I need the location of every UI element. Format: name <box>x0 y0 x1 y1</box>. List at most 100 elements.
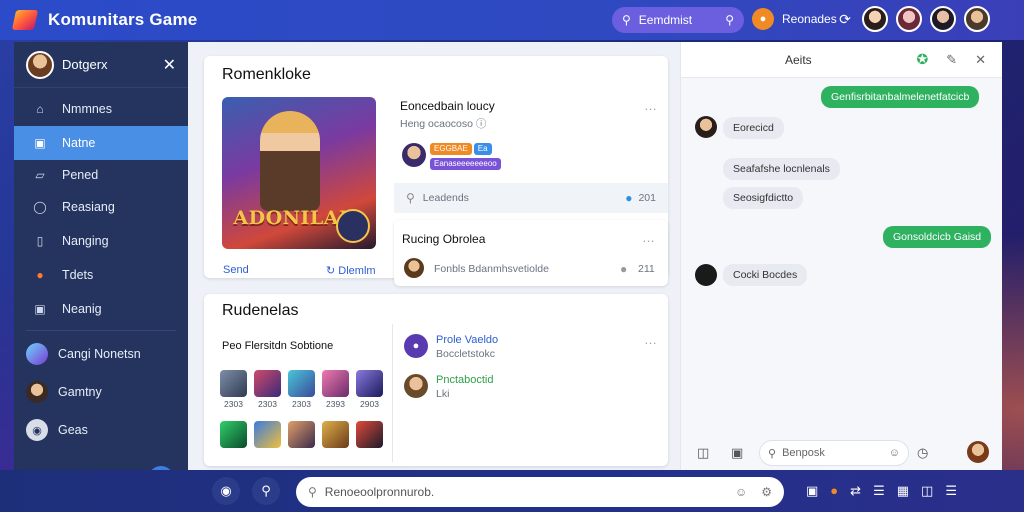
list-icon[interactable]: ☰ <box>873 483 885 499</box>
search-icon: ⚲ <box>406 191 415 205</box>
chat-self-avatar[interactable] <box>967 441 989 463</box>
main-panel: Romenkloke ADONILAIS Send ↻ Dlemlm Eonce… <box>188 42 680 470</box>
sidebar-item-reasiang[interactable]: ◯ Reasiang <box>14 190 188 224</box>
trending-meta: Fonbls Bdanmhsvetiolde <box>434 263 549 275</box>
search-button[interactable]: ⚲ <box>252 477 280 505</box>
grid-icon[interactable]: ▦ <box>897 483 909 499</box>
close-icon[interactable]: ✕ <box>163 55 176 75</box>
user-avatar[interactable] <box>26 50 54 79</box>
game-thumb[interactable] <box>288 370 315 397</box>
image-icon[interactable]: ▣ <box>731 445 743 461</box>
fire-icon[interactable]: ● <box>830 483 838 499</box>
demo-link[interactable]: ↻ Dlemlm <box>326 264 376 277</box>
sidebar-group-2[interactable]: Gamtny <box>14 373 188 411</box>
sidebar-group-label: Geas <box>58 423 88 437</box>
search-go-icon[interactable]: ⚲ <box>725 13 734 27</box>
chat-header: Aeits ✪ ✎ ✕ <box>681 42 1002 78</box>
more-options-icon[interactable]: … <box>644 98 658 113</box>
chat-message-in: Eorecicd <box>723 117 784 139</box>
sidebar-item-home[interactable]: ⌂ Nmmnes <box>14 92 188 126</box>
post-avatar <box>404 374 428 398</box>
sidebar-item-nanging[interactable]: ▯ Nanging <box>14 224 188 258</box>
pin-icon[interactable]: ✪ <box>916 51 928 68</box>
game-thumb[interactable] <box>254 370 281 397</box>
game-thumb[interactable] <box>322 370 349 397</box>
search-icon: ⚲ <box>768 447 777 460</box>
chat-message-in: Seafafshe locnlenals <box>723 158 840 180</box>
thumb-count: 2303 <box>258 399 277 409</box>
sidebar-group-3[interactable]: ◉ Geas <box>14 411 188 449</box>
more-options-icon[interactable]: … <box>642 230 656 245</box>
plus-icon: ▣ <box>34 302 46 316</box>
post-meta: Boccletstokc <box>436 348 495 360</box>
link-icon: ↻ <box>326 265 339 277</box>
sidebar-group-label: Gamtny <box>58 385 102 399</box>
group-avatar-icon <box>26 343 48 365</box>
top-search-box[interactable]: ⚲ Eemdmist ⚲ <box>612 7 744 33</box>
camera-button[interactable]: ◉ <box>212 477 240 505</box>
game-thumb[interactable] <box>322 421 349 448</box>
top-user[interactable]: ● Reonades <box>752 8 837 30</box>
sidebar-item-active[interactable]: ▣ Natne <box>14 126 188 160</box>
friend-avatar-3[interactable] <box>930 6 956 32</box>
bottom-search-input[interactable]: ⚲ Renoeoolpronnurob. ☺ ⚙ <box>296 477 784 507</box>
featured-heading: Romenkloke <box>222 66 311 83</box>
tag-blue: Ea <box>473 143 492 155</box>
swap-icon[interactable]: ⇄ <box>850 483 861 499</box>
emoji-icon[interactable]: ☺ <box>735 485 747 499</box>
lock-icon: ▣ <box>34 136 46 150</box>
chat-avatar <box>695 116 717 138</box>
trending-card: Rucing Obrolea … Fonbls Bdanmhsvetiolde … <box>394 220 668 286</box>
sidebar-item-tdets[interactable]: ● Tdets <box>14 258 188 292</box>
window-icon[interactable]: ◫ <box>921 483 933 499</box>
more-options-icon[interactable]: … <box>644 332 658 347</box>
team-avatar-icon <box>26 381 48 403</box>
trending-title: Rucing Obrolea <box>402 232 486 246</box>
search-icon: ⚲ <box>308 485 317 499</box>
bottom-search-placeholder: Renoeoolpronnurob. <box>324 485 435 499</box>
friend-avatar-1[interactable] <box>862 6 888 32</box>
tag-avatar <box>402 143 426 167</box>
post-item-2[interactable]: Pnctaboctid Lki <box>402 372 660 402</box>
search-icon: ⚲ <box>622 13 631 27</box>
game-cover-image[interactable]: ADONILAIS <box>222 97 376 249</box>
sidebar-item-label: Tdets <box>62 268 94 282</box>
attach-icon[interactable]: ◫ <box>697 445 709 461</box>
clock-icon[interactable]: ◷ <box>917 445 928 461</box>
coin-icon: ● <box>752 8 774 30</box>
game-thumb[interactable] <box>356 370 383 397</box>
shield-icon: ◯ <box>33 200 47 214</box>
edit-icon[interactable]: ✎ <box>946 52 957 68</box>
sidebar-item-neanig[interactable]: ▣ Neanig <box>14 292 188 326</box>
settings-icon[interactable]: ⚙ <box>761 485 772 499</box>
game-thumb[interactable] <box>254 421 281 448</box>
community-divider <box>392 324 393 462</box>
comment-icon[interactable]: ● <box>620 262 627 276</box>
sidebar-item-pened[interactable]: ▱ Pened <box>14 160 188 190</box>
reactions-row[interactable]: ⚲ Leadends ● 201 <box>394 183 668 213</box>
chat-message-in: Cocki Bocdes <box>723 264 808 286</box>
send-link[interactable]: Send <box>223 264 249 276</box>
bottom-bar: ◉ ⚲ ⚲ Renoeoolpronnurob. ☺ ⚙ ▣ ● ⇄ ☰ ▦ ◫… <box>0 470 1024 512</box>
game-thumb[interactable] <box>220 370 247 397</box>
game-thumb[interactable] <box>288 421 315 448</box>
community-heading: Rudenelas <box>222 302 299 319</box>
chat-title: Aeits <box>785 52 812 67</box>
game-thumb[interactable] <box>220 421 247 448</box>
friend-avatar-4[interactable] <box>964 6 990 32</box>
bottom-icons: ▣ ● ⇄ ☰ ▦ ◫ ☰ <box>806 483 957 499</box>
friend-avatar-2[interactable] <box>896 6 922 32</box>
settings-icon[interactable]: ⟳ <box>836 11 854 28</box>
keyboard-icon[interactable]: ▣ <box>806 483 818 499</box>
post-item-1[interactable]: ● Prole Vaeldo Boccletstokc … <box>402 332 660 362</box>
thumb-count: 2393 <box>326 399 345 409</box>
sidebar-item-label: Nmmnes <box>62 102 113 116</box>
emoji-icon[interactable]: ☺ <box>889 447 900 459</box>
menu-icon[interactable]: ☰ <box>945 483 957 499</box>
game-thumb[interactable] <box>356 421 383 448</box>
tag-purple: Eanaseeeeeeeoo <box>430 158 501 170</box>
close-icon[interactable]: ✕ <box>975 52 986 68</box>
chat-input[interactable]: ⚲ Benposk ☺ <box>759 440 909 466</box>
sidebar: Dotgerx ✕ ⌂ Nmmnes ▣ Natne ▱ Pened ◯ Reasian… <box>14 42 188 492</box>
sidebar-group-1[interactable]: Cangi Nonetsn <box>14 335 188 373</box>
